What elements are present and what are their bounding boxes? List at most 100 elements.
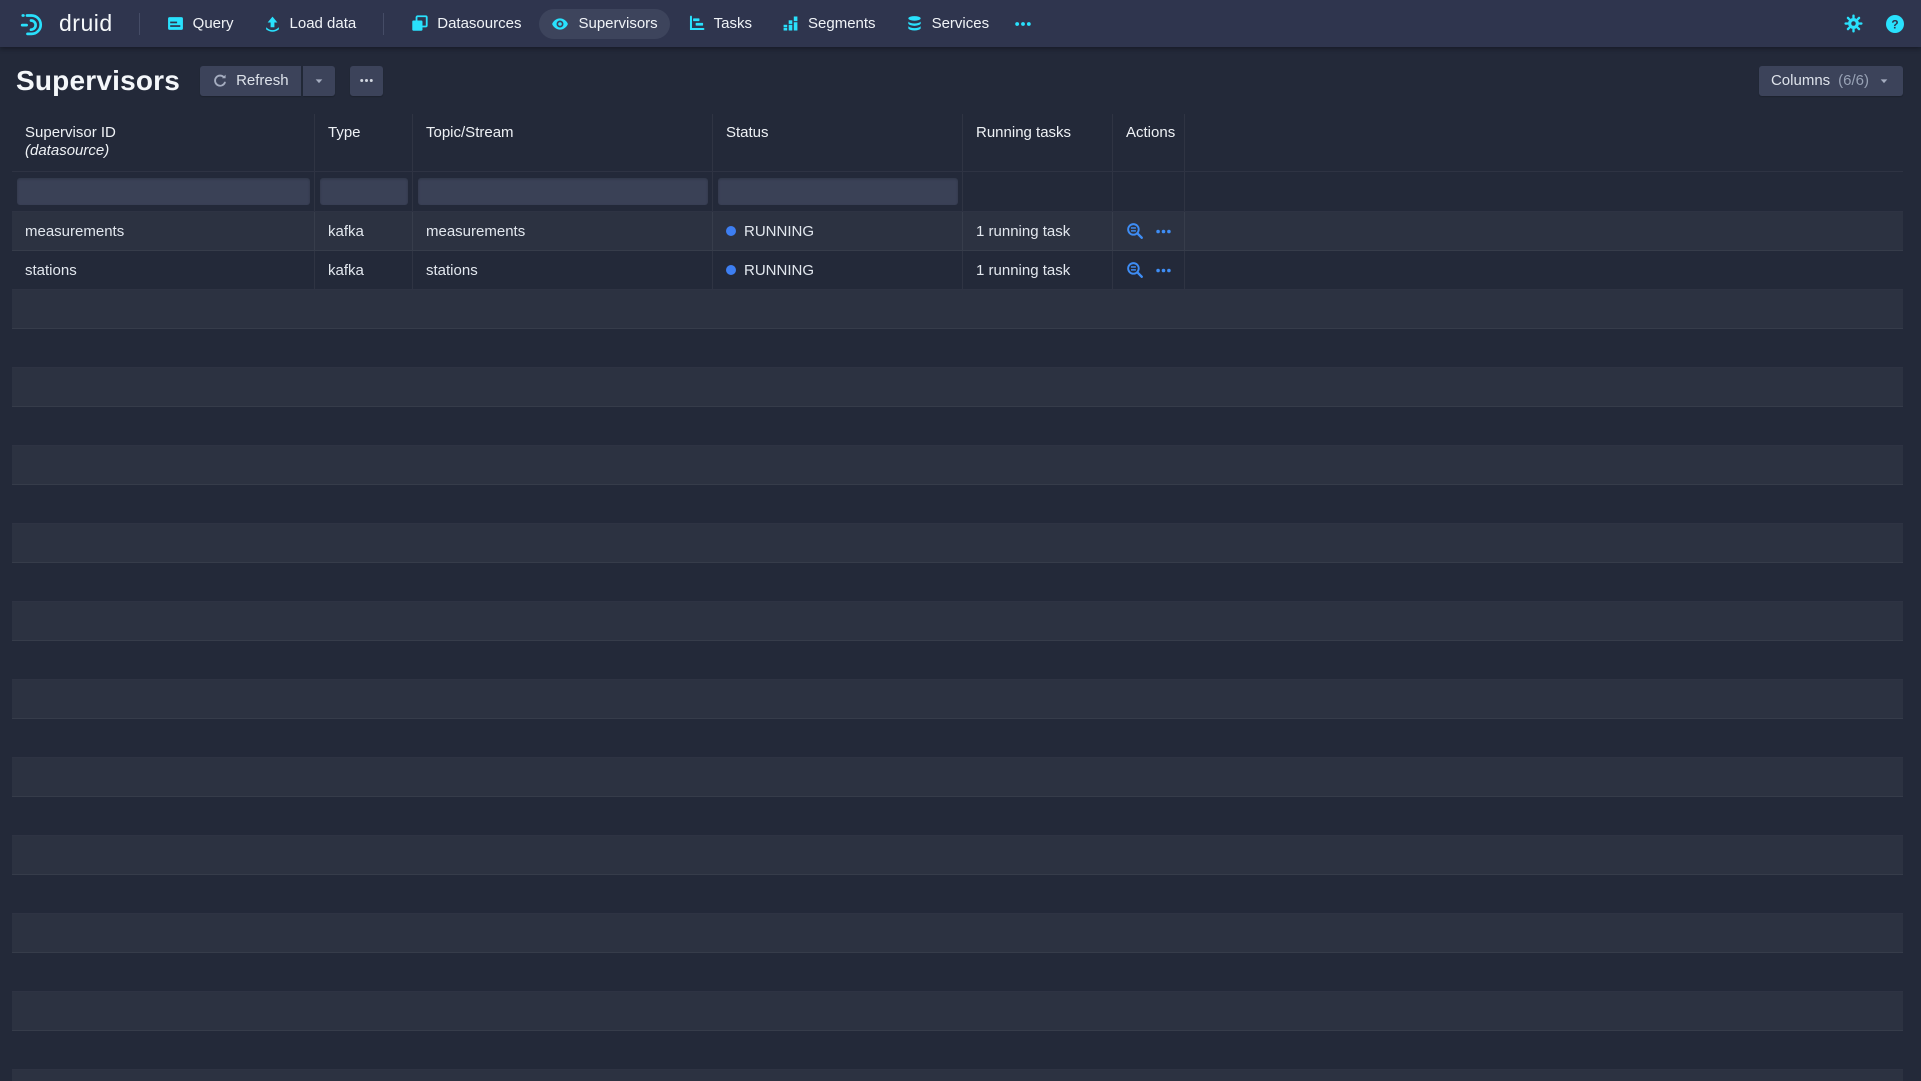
nav-divider xyxy=(383,13,384,35)
columns-label: Columns xyxy=(1771,72,1830,89)
empty-table-row xyxy=(12,836,1903,875)
gantt-icon xyxy=(688,15,705,32)
column-header-running-tasks[interactable]: Running tasks xyxy=(963,114,1113,171)
empty-table-row xyxy=(12,407,1903,446)
druid-wordmark: druid xyxy=(59,10,113,37)
empty-table-row xyxy=(12,641,1903,680)
type-cell: kafka xyxy=(315,251,413,289)
nav-item-label: Services xyxy=(932,15,990,32)
nav-item-services[interactable]: Services xyxy=(894,9,1002,38)
status-cell: RUNNING xyxy=(713,251,963,289)
nav-item-label: Datasources xyxy=(437,15,521,32)
nav-divider xyxy=(139,13,140,35)
topic-stream-cell: measurements xyxy=(413,212,713,250)
database-icon xyxy=(906,15,923,32)
druid-logo[interactable]: druid xyxy=(20,9,113,39)
supervisor-id-cell: measurements xyxy=(12,212,315,250)
status-label: RUNNING xyxy=(744,223,814,240)
empty-table-row xyxy=(12,680,1903,719)
upload-icon xyxy=(264,15,281,32)
nav-more-button[interactable] xyxy=(1004,9,1042,39)
caret-down-icon xyxy=(312,74,326,88)
running-tasks-cell: 1 running task xyxy=(963,212,1113,250)
nav-item-label: Query xyxy=(193,15,234,32)
empty-table-row xyxy=(12,485,1903,524)
empty-table-row xyxy=(12,719,1903,758)
refresh-icon xyxy=(212,73,228,89)
refresh-button[interactable]: Refresh xyxy=(200,66,301,96)
gear-icon xyxy=(1844,14,1863,33)
column-header-supervisor-id[interactable]: Supervisor ID (datasource) xyxy=(12,114,315,171)
row-more-icon[interactable] xyxy=(1155,223,1172,240)
empty-table-row xyxy=(12,329,1903,368)
table-body: measurementskafkameasurementsRUNNING1 ru… xyxy=(12,212,1903,1081)
caret-down-icon xyxy=(1877,74,1891,88)
more-icon xyxy=(359,73,374,88)
inspect-icon[interactable] xyxy=(1126,222,1144,240)
nav-item-label: Segments xyxy=(808,15,876,32)
type-cell: kafka xyxy=(315,212,413,250)
page-title: Supervisors xyxy=(16,65,180,97)
empty-table-row xyxy=(12,290,1903,329)
columns-count: (6/6) xyxy=(1838,72,1869,89)
table-row: stationskafkastationsRUNNING1 running ta… xyxy=(12,251,1903,290)
empty-table-row xyxy=(12,563,1903,602)
inspect-icon[interactable] xyxy=(1126,261,1144,279)
top-nav: druid Query Load data Datasources Super xyxy=(0,0,1921,47)
refresh-button-group: Refresh xyxy=(200,66,335,96)
column-header-topic-stream[interactable]: Topic/Stream xyxy=(413,114,713,171)
table-row: measurementskafkameasurements RUNNING 1 ru… xyxy=(12,212,1903,251)
page-header: Supervisors Refresh Columns (6/6) xyxy=(0,47,1921,114)
supervisor-id-cell: stations xyxy=(12,251,315,289)
nav-item-tasks[interactable]: Tasks xyxy=(676,9,764,38)
datasources-icon xyxy=(411,15,428,32)
status-dot-icon xyxy=(726,265,736,275)
nav-item-load-data[interactable]: Load data xyxy=(252,9,369,38)
nav-item-datasources[interactable]: Datasources xyxy=(399,9,533,38)
columns-button[interactable]: Columns (6/6) xyxy=(1759,66,1903,96)
more-icon xyxy=(1014,15,1032,33)
settings-button[interactable] xyxy=(1844,14,1863,33)
empty-table-row xyxy=(12,797,1903,836)
filter-input-status[interactable] xyxy=(718,178,958,205)
nav-item-query[interactable]: Query xyxy=(155,9,246,38)
empty-table-row xyxy=(12,368,1903,407)
druid-logo-icon xyxy=(20,9,50,39)
nav-item-segments[interactable]: Segments xyxy=(770,9,888,38)
column-header-status[interactable]: Status xyxy=(713,114,963,171)
header-more-button[interactable] xyxy=(350,66,383,96)
empty-table-row xyxy=(12,953,1903,992)
nav-item-label: Load data xyxy=(290,15,357,32)
actions-cell xyxy=(1113,212,1185,250)
topic-stream-cell: stations xyxy=(413,251,713,289)
nav-item-label: Supervisors xyxy=(578,15,657,32)
empty-table-row xyxy=(12,524,1903,563)
column-header-filler xyxy=(1185,114,1903,171)
help-button[interactable]: ? xyxy=(1885,14,1905,34)
filter-input-topic-stream[interactable] xyxy=(418,178,708,205)
empty-table-row xyxy=(12,875,1903,914)
eye-icon xyxy=(551,15,569,33)
bar-chart-icon xyxy=(782,15,799,32)
running-tasks-cell: 1 running task xyxy=(963,251,1113,289)
status-dot-icon xyxy=(726,226,736,236)
refresh-interval-button[interactable] xyxy=(303,66,335,96)
empty-table-row xyxy=(12,914,1903,953)
status-cell: RUNNING xyxy=(713,212,963,250)
empty-table-row xyxy=(12,758,1903,797)
column-header-actions[interactable]: Actions xyxy=(1113,114,1185,171)
console-icon xyxy=(167,15,184,32)
empty-table-row xyxy=(12,602,1903,641)
actions-cell xyxy=(1113,251,1185,289)
filter-input-type[interactable] xyxy=(320,178,408,205)
filter-input-supervisor-id[interactable] xyxy=(17,178,310,205)
nav-item-supervisors[interactable]: Supervisors xyxy=(539,9,669,39)
refresh-label: Refresh xyxy=(236,72,289,89)
empty-table-row xyxy=(12,992,1903,1031)
row-more-icon[interactable] xyxy=(1155,262,1172,279)
empty-table-row xyxy=(12,1031,1903,1070)
supervisors-table: Supervisor ID (datasource) Type Topic/St… xyxy=(12,114,1903,1081)
nav-item-label: Tasks xyxy=(714,15,752,32)
table-header-row: Supervisor ID (datasource) Type Topic/St… xyxy=(12,114,1903,172)
column-header-type[interactable]: Type xyxy=(315,114,413,171)
